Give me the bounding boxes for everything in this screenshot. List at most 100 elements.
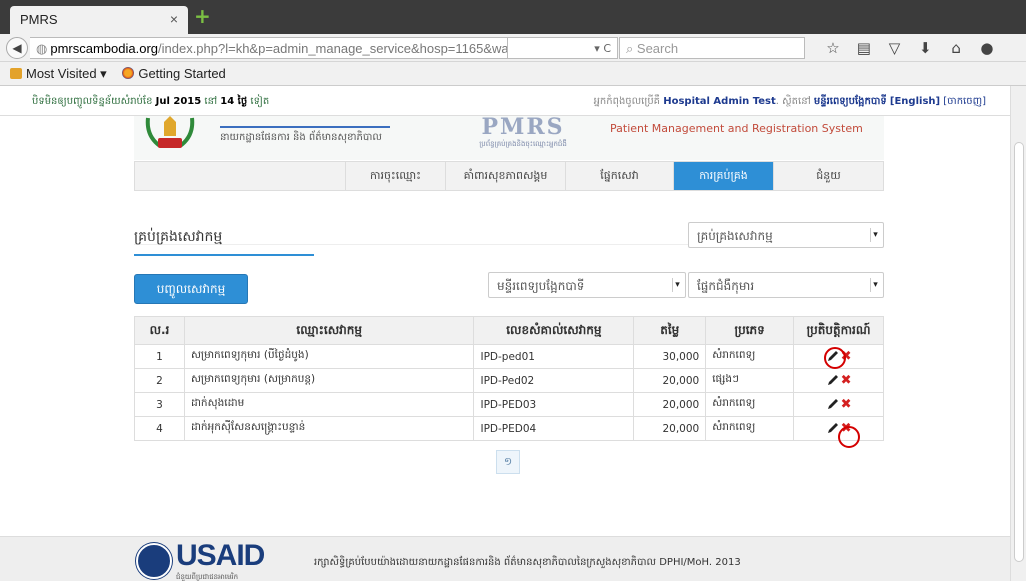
service-name: សម្រាកពេទ្យកុមារ (សម្រាកបន្ត) [183, 368, 475, 393]
pagination-page-1[interactable]: ១ [496, 450, 520, 474]
service-code: IPD-Ped02 [473, 368, 635, 393]
browser-tab[interactable]: PMRS × [10, 6, 188, 34]
service-price: 30,000 [633, 344, 707, 369]
search-placeholder: Search [636, 41, 679, 56]
service-type: សំរាកពេទ្យ [705, 392, 795, 417]
language-link[interactable]: [English] [890, 96, 940, 107]
service-code: IPD-PED03 [473, 392, 635, 417]
menu-spacer [135, 162, 345, 190]
service-name: ដាក់សុងដោម [183, 392, 475, 417]
service-price: 20,000 [633, 416, 707, 441]
new-tab-icon[interactable]: + [194, 4, 211, 28]
chat-icon[interactable]: ● [974, 39, 1000, 57]
ministry-name: នាយកដ្ឋានផែនការ និង ព័ត៌មានសុខាភិបាល [220, 126, 390, 145]
page-scrollbar[interactable] [1010, 86, 1026, 581]
copyright-text: រក្សាសិទ្ធិគ្រប់បែបយ៉ាងដោយនាយកដ្ឋានផែនកា… [314, 557, 741, 568]
col-service-name: ឈ្មោះសេវាកម្ម [183, 316, 475, 345]
main-menu: ការចុះឈ្មោះ គាំពារសុខភាពសង្គម ផ្នែកសេវា … [134, 161, 884, 191]
services-table: ល.រ ឈ្មោះសេវាកម្ម លេខសំគាល់សេវាកម្ម តម្ល… [134, 316, 884, 441]
service-price: 20,000 [633, 392, 707, 417]
bookmark-most-visited[interactable]: Most Visited ▾ [10, 66, 107, 81]
menu-item-help[interactable]: ជំនួយ [773, 162, 883, 190]
table-row: 4 ដាក់អុកស៊ីសែនសង្គ្រោះបន្ទាន់ IPD-PED04… [134, 416, 884, 441]
service-code: IPD-ped01 [473, 344, 635, 369]
pmrs-logo: PMRS ប្រព័ន្ធគ្រប់គ្រងនិងចុះឈ្មោះអ្នកជំង… [479, 116, 567, 148]
bookmark-getting-started[interactable]: Getting Started [122, 66, 226, 81]
days-left: 14 ថ្ងៃ [220, 96, 248, 107]
row-actions: ✖ [793, 368, 884, 393]
hospital-name: មន្ទីរពេទ្យបង្អែកបាទី [813, 96, 887, 107]
ministry-emblem-icon [145, 116, 195, 148]
service-type: សំរាកពេទ្យ [705, 416, 795, 441]
service-name: ដាក់អុកស៊ីសែនសង្គ្រោះបន្ទាន់ [183, 416, 475, 441]
logout-link[interactable]: [ចាកចេញ] [943, 96, 986, 107]
manage-select[interactable]: គ្រប់គ្រងសេវាកម្ម ▾ [688, 222, 884, 248]
table-row: 2 សម្រាកពេទ្យកុមារ (សម្រាកបន្ត) IPD-Ped0… [134, 368, 884, 393]
reload-icon[interactable]: ▾ C [508, 37, 618, 59]
site-header: នាយកដ្ឋានផែនការ និង ព័ត៌មានសុខាភិបាល PMR… [134, 116, 884, 160]
col-no: ល.រ [134, 316, 185, 345]
row-number: 1 [134, 344, 185, 369]
deadline-month: Jul 2015 [155, 96, 202, 107]
service-type: សំរាកពេទ្យ [705, 344, 795, 369]
chevron-down-icon: ▾ [672, 278, 682, 292]
usaid-tagline: ជំនួយពីប្រជាជនអាមេរិក [176, 573, 239, 581]
top-status-strip: បិទមិនឲ្យបញ្ចូលទិន្នន័យសំរាប់ខែ Jul 2015… [0, 86, 1010, 116]
bookmarks-bar: Most Visited ▾ Getting Started [0, 62, 1026, 86]
usaid-logo: USAID [176, 539, 265, 572]
search-icon: ⌕ [626, 41, 637, 56]
pocket-icon[interactable]: ▽ [882, 39, 908, 57]
col-service-code: លេខសំគាល់សេវាកម្ម [473, 316, 635, 345]
browser-titlebar: PMRS × + [0, 0, 1026, 34]
row-number: 4 [134, 416, 185, 441]
site-info-icon[interactable]: ◍ [36, 41, 47, 56]
service-name: សម្រាកពេទ្យកុមារ (បីថ្ងៃដំបូង) [183, 344, 475, 369]
url-domain: pmrscambodia.org [50, 41, 158, 56]
table-row: 3 ដាក់សុងដោម IPD-PED03 20,000 សំរាកពេទ្យ… [134, 392, 884, 417]
menu-item-social-health[interactable]: គាំពារសុខភាពសង្គម [445, 162, 565, 190]
url-path: /index.php?l=kh&p=admin_manage_service&h… [158, 41, 508, 56]
browser-navbar: ◀ ◍ pmrscambodia.org/index.php?l=kh&p=adm… [0, 34, 1026, 75]
data-entry-deadline: បិទមិនឲ្យបញ្ចូលទិន្នន័យសំរាប់ខែ Jul 2015… [32, 96, 270, 107]
delete-x-icon[interactable]: ✖ [841, 397, 852, 412]
table-row: 1 សម្រាកពេទ្យកុមារ (បីថ្ងៃដំបូង) IPD-ped… [134, 344, 884, 369]
system-name: Patient Management and Registration Syst… [610, 122, 863, 135]
download-icon[interactable]: ⬇ [912, 39, 938, 57]
service-type: ផ្សេងៗ [705, 368, 795, 393]
usaid-seal-icon [136, 543, 172, 579]
browser-search-input[interactable]: ⌕ Search [619, 37, 805, 59]
pencil-edit-icon[interactable] [826, 397, 840, 411]
delete-x-icon[interactable]: ✖ [841, 373, 852, 388]
menu-item-management[interactable]: ការគ្រប់គ្រង [673, 162, 773, 190]
url-bar[interactable]: ◍ pmrscambodia.org/index.php?l=kh&p=admin… [30, 37, 508, 59]
scrollbar-thumb[interactable] [1014, 142, 1024, 562]
col-actions: ប្រតិបត្តិការណ៍ [793, 316, 884, 345]
home-icon[interactable]: ⌂ [943, 39, 969, 57]
tab-close-icon[interactable]: × [170, 11, 178, 27]
col-price: តម្លៃ [633, 316, 707, 345]
back-arrow-icon[interactable]: ◀ [6, 37, 28, 59]
page-title: គ្រប់គ្រងសេវាកម្ម [134, 227, 314, 256]
row-number: 2 [134, 368, 185, 393]
menu-item-service-unit[interactable]: ផ្នែកសេវា [565, 162, 673, 190]
annotation-circle-delete [838, 426, 860, 448]
service-price: 20,000 [633, 368, 707, 393]
firefox-icon [122, 67, 135, 79]
footer: USAID ជំនួយពីប្រជាជនអាមេរិក រក្សាសិទ្ធិគ… [0, 536, 1010, 581]
table-header-row: ល.រ ឈ្មោះសេវាកម្ម លេខសំគាល់សេវាកម្ម តម្ល… [134, 316, 884, 345]
reading-list-icon[interactable]: ▤ [851, 39, 877, 57]
pencil-edit-icon[interactable] [826, 373, 840, 387]
add-service-button[interactable]: បញ្ចូលសេវាកម្ម [134, 274, 248, 304]
user-info: អ្នកកំពុងចូលប្រើគឺ Hospital Admin Test. … [593, 96, 986, 107]
annotation-circle-edit [824, 347, 846, 369]
page-content: បិទមិនឲ្យបញ្ចូលទិន្នន័យសំរាប់ខែ Jul 2015… [0, 86, 1010, 581]
user-name: Hospital Admin Test [663, 96, 776, 107]
hospital-select[interactable]: មន្ទីរពេទ្យបង្អែកបាទី ▾ [488, 272, 686, 298]
ward-select[interactable]: ផ្នែកជំងឺកុមារ ▾ [688, 272, 884, 298]
chevron-down-icon: ▾ [870, 278, 880, 292]
menu-item-registration[interactable]: ការចុះឈ្មោះ [345, 162, 445, 190]
bookmark-star-icon[interactable]: ☆ [820, 39, 846, 57]
row-number: 3 [134, 392, 185, 417]
tab-title: PMRS [20, 12, 58, 27]
row-actions: ✖ [793, 392, 884, 417]
